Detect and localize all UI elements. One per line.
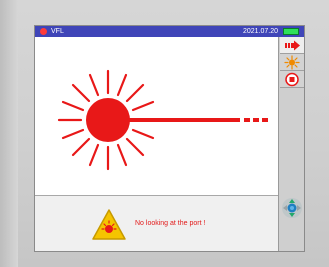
warning-bar: No looking at the port ! [35, 196, 278, 251]
light-mode-button[interactable] [280, 54, 304, 71]
status-date: 2021.07.20 [242, 28, 278, 35]
status-bar: VFL 2021.07.20 [35, 26, 304, 37]
device-edge [0, 0, 18, 267]
output-button[interactable] [280, 37, 304, 54]
side-toolbar [278, 37, 304, 251]
light-burst-icon [284, 55, 300, 70]
device-screen: VFL 2021.07.20 No looking at the port ! [34, 25, 305, 252]
laser-beam [125, 118, 268, 122]
stop-button[interactable] [280, 71, 304, 88]
output-arrow-icon [285, 40, 300, 51]
navigation-pad-icon [282, 198, 302, 218]
warning-text: No looking at the port ! [135, 220, 206, 227]
status-title: VFL [51, 28, 64, 35]
stop-record-icon [285, 72, 299, 87]
laser-warning-icon [92, 209, 126, 240]
laser-display [35, 37, 278, 195]
navigation-pad[interactable] [281, 197, 303, 219]
laser-status-icon [40, 28, 47, 35]
main-panel: No looking at the port ! [35, 37, 278, 251]
battery-icon [283, 28, 299, 35]
laser-illustration [57, 69, 268, 171]
